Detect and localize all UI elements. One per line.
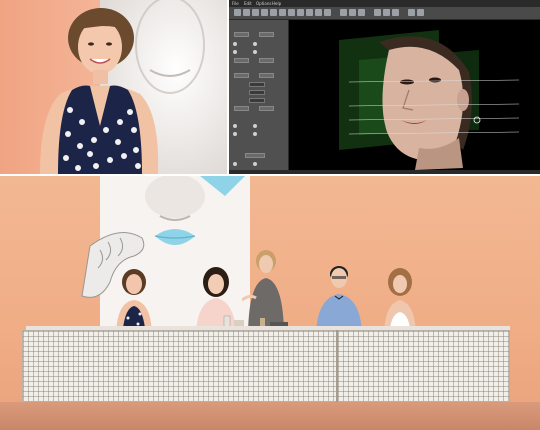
portrait-figure xyxy=(40,0,205,174)
desk-seam xyxy=(336,330,338,402)
menu-help[interactable]: Help xyxy=(272,0,281,7)
shading-icon[interactable] xyxy=(392,9,399,16)
tiled-desk xyxy=(22,330,510,402)
camera-icon[interactable] xyxy=(324,9,331,16)
top-view-icon[interactable] xyxy=(358,9,365,16)
value-field-1[interactable] xyxy=(249,82,265,87)
rotate-icon[interactable] xyxy=(279,9,286,16)
radio-option-4[interactable] xyxy=(253,50,257,54)
value-field-2[interactable] xyxy=(249,90,265,95)
value-field-3[interactable] xyxy=(249,98,265,103)
tv-studio-set xyxy=(0,176,540,430)
radio-option-6[interactable] xyxy=(253,124,257,128)
apply-button[interactable] xyxy=(245,153,265,158)
settings-icon[interactable] xyxy=(417,9,424,16)
menu-options[interactable]: Options xyxy=(256,0,271,7)
menu-file[interactable]: File xyxy=(232,0,239,7)
radio-option-5[interactable] xyxy=(233,124,237,128)
measure-icon[interactable] xyxy=(297,9,304,16)
save-icon[interactable] xyxy=(243,9,250,16)
radio-option-8[interactable] xyxy=(253,132,257,136)
panel-button-3[interactable] xyxy=(234,58,249,63)
grid-icon[interactable] xyxy=(306,9,313,16)
side-view-icon[interactable] xyxy=(349,9,356,16)
menu-bar: File Edit Options Help xyxy=(229,0,540,7)
radio-option-10[interactable] xyxy=(253,162,257,166)
status-bar xyxy=(229,170,540,174)
menu-edit[interactable]: Edit xyxy=(244,0,252,7)
control-panel xyxy=(229,20,289,170)
panel-button-5[interactable] xyxy=(234,73,249,78)
3d-viewport[interactable] xyxy=(289,20,540,170)
radio-option-9[interactable] xyxy=(233,162,237,166)
radio-option-3[interactable] xyxy=(233,50,237,54)
texture-icon[interactable] xyxy=(383,9,390,16)
undo-icon[interactable] xyxy=(252,9,259,16)
open-icon[interactable] xyxy=(234,9,241,16)
radio-option-1[interactable] xyxy=(233,42,237,46)
front-view-icon[interactable] xyxy=(340,9,347,16)
panel-button-8[interactable] xyxy=(259,106,274,111)
redo-icon[interactable] xyxy=(261,9,268,16)
panel-button-6[interactable] xyxy=(259,73,274,78)
collage: File Edit Options Help xyxy=(0,0,540,430)
studio-floor xyxy=(0,402,540,430)
light-icon[interactable] xyxy=(315,9,322,16)
3d-face-model xyxy=(339,30,520,170)
scale-icon[interactable] xyxy=(288,9,295,16)
face-modeling-app-window: File Edit Options Help xyxy=(229,0,540,174)
panel-button-1[interactable] xyxy=(234,32,249,37)
panel-button-2[interactable] xyxy=(259,32,274,37)
radio-option-7[interactable] xyxy=(233,132,237,136)
wireframe-icon[interactable] xyxy=(374,9,381,16)
radio-option-2[interactable] xyxy=(253,42,257,46)
panel-button-4[interactable] xyxy=(259,58,274,63)
move-icon[interactable] xyxy=(270,9,277,16)
screenshot-icon[interactable] xyxy=(408,9,415,16)
panel-button-7[interactable] xyxy=(234,106,249,111)
portrait-photo xyxy=(0,0,227,174)
